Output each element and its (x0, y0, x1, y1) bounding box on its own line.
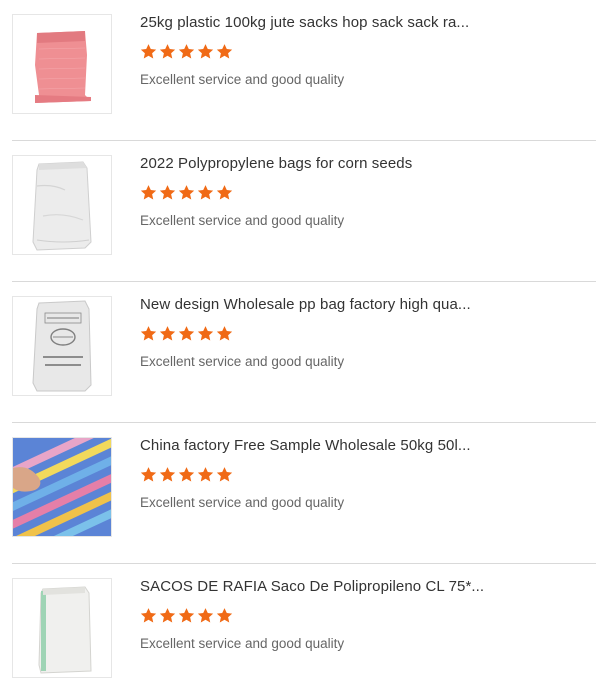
star-icon (178, 185, 195, 200)
star-icon (178, 44, 195, 59)
star-icon (159, 44, 176, 59)
review-text: Excellent service and good quality (140, 213, 345, 228)
star-icon (159, 326, 176, 341)
list-item[interactable]: SACOS DE RAFIA Saco De Polipropileno CL … (12, 564, 596, 678)
star-icon (159, 608, 176, 623)
star-icon (197, 326, 214, 341)
striped-woven-bag-image (13, 438, 111, 536)
list-item[interactable]: New design Wholesale pp bag factory high… (12, 282, 596, 423)
star-rating (140, 607, 233, 625)
product-title-link[interactable]: China factory Free Sample Wholesale 50kg… (140, 437, 590, 454)
review-text: Excellent service and good quality (140, 354, 345, 369)
product-title-link[interactable]: New design Wholesale pp bag factory high… (140, 296, 590, 313)
product-thumbnail[interactable] (12, 14, 112, 114)
star-icon (197, 185, 214, 200)
star-icon (216, 326, 233, 341)
white-pp-bag-image (13, 156, 111, 254)
star-icon (216, 44, 233, 59)
product-thumbnail[interactable] (12, 437, 112, 537)
star-icon (216, 608, 233, 623)
star-rating (140, 325, 233, 343)
review-text: Excellent service and good quality (140, 72, 345, 87)
list-item[interactable]: 25kg plastic 100kg jute sacks hop sack s… (12, 0, 596, 141)
star-rating (140, 184, 233, 202)
star-icon (216, 467, 233, 482)
star-icon (140, 326, 157, 341)
star-rating (140, 43, 233, 61)
list-item[interactable]: 2022 Polypropylene bags for corn seeds E… (12, 141, 596, 282)
star-rating (140, 466, 233, 484)
pink-woven-sack-image (13, 15, 111, 113)
star-icon (178, 326, 195, 341)
white-raffia-sack-image (13, 579, 111, 677)
star-icon (140, 467, 157, 482)
star-icon (159, 185, 176, 200)
product-thumbnail[interactable] (12, 155, 112, 255)
product-thumbnail[interactable] (12, 578, 112, 678)
star-icon (140, 608, 157, 623)
star-icon (197, 44, 214, 59)
star-icon (178, 608, 195, 623)
star-icon (197, 467, 214, 482)
star-icon (140, 44, 157, 59)
product-thumbnail[interactable] (12, 296, 112, 396)
product-title-link[interactable]: 2022 Polypropylene bags for corn seeds (140, 155, 590, 172)
review-text: Excellent service and good quality (140, 495, 345, 510)
star-icon (140, 185, 157, 200)
list-item[interactable]: China factory Free Sample Wholesale 50kg… (12, 423, 596, 564)
product-title-link[interactable]: 25kg plastic 100kg jute sacks hop sack s… (140, 14, 590, 31)
review-text: Excellent service and good quality (140, 636, 345, 651)
star-icon (178, 467, 195, 482)
star-icon (216, 185, 233, 200)
product-title-link[interactable]: SACOS DE RAFIA Saco De Polipropileno CL … (140, 578, 590, 595)
star-icon (197, 608, 214, 623)
star-icon (159, 467, 176, 482)
printed-pp-bag-image (13, 297, 111, 395)
